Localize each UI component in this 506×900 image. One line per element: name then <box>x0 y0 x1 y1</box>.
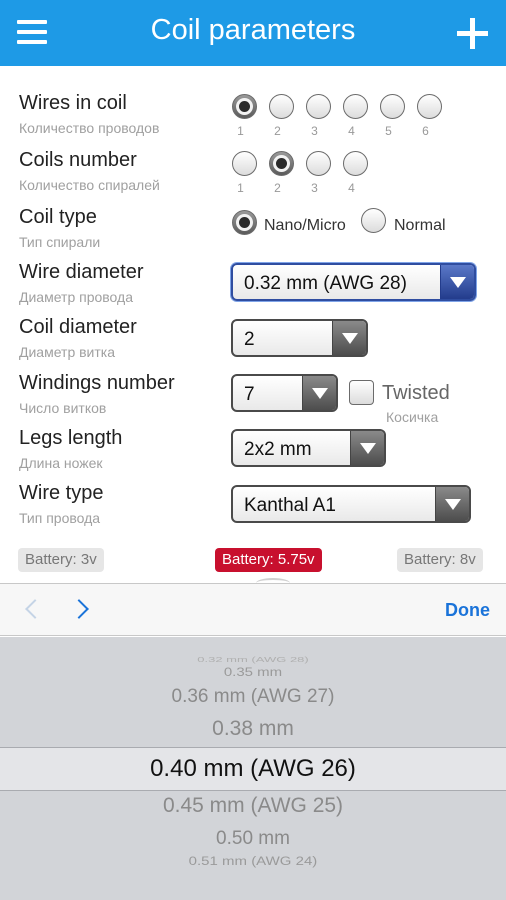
coil-type-radio-nano[interactable] <box>232 210 257 235</box>
chevron-down-icon <box>435 487 469 521</box>
navbar: Coil parameters <box>0 0 506 66</box>
windings-number-select[interactable]: 7 <box>231 374 338 412</box>
chevron-left-icon[interactable] <box>25 599 45 619</box>
coils-option-label: 1 <box>237 181 244 195</box>
coil-type-option-normal[interactable]: Normal <box>394 217 446 235</box>
wire-type-select[interactable]: Kanthal A1 <box>231 485 471 523</box>
wires-option-label: 1 <box>237 124 244 138</box>
wire-type-label: Wire type <box>19 482 104 504</box>
picker-item[interactable]: 0.35 mm <box>0 666 506 680</box>
picker-item[interactable]: 0.38 mm <box>0 717 506 741</box>
wires-option-label: 6 <box>422 124 429 138</box>
legs-length-label: Legs length <box>19 427 123 449</box>
wires-option-label: 3 <box>311 124 318 138</box>
picker-item[interactable]: 0.32 mm (AWG 28) <box>0 656 506 664</box>
picker-item[interactable]: 0.51 mm (AWG 24) <box>0 855 506 869</box>
plus-icon[interactable] <box>457 18 488 49</box>
coil-type-label: Coil type <box>19 206 97 228</box>
wire-diameter-value: 0.32 mm (AWG 28) <box>244 273 407 294</box>
wire-diameter-sublabel: Диаметр провода <box>19 289 133 305</box>
wires-option-label: 4 <box>348 124 355 138</box>
coils-number-sublabel: Количество спиралей <box>19 177 160 193</box>
coils-radio-3[interactable] <box>306 151 331 176</box>
coils-radio-2[interactable] <box>269 151 294 176</box>
picker-item[interactable]: 0.45 mm (AWG 25) <box>0 794 506 818</box>
wire-diameter-label: Wire diameter <box>19 261 144 283</box>
chevron-down-icon <box>440 265 474 299</box>
coil-diameter-select[interactable]: 2 <box>231 319 368 357</box>
coils-radio-4[interactable] <box>343 151 368 176</box>
wires-radio-4[interactable] <box>343 94 368 119</box>
wires-radio-6[interactable] <box>417 94 442 119</box>
coil-diameter-sublabel: Диаметр витка <box>19 344 116 360</box>
wire-type-value: Kanthal A1 <box>244 495 336 516</box>
coils-option-label: 3 <box>311 181 318 195</box>
battery-current-badge: Battery: 5.75v <box>215 548 322 572</box>
wire-type-sublabel: Тип провода <box>19 510 101 526</box>
wire-diameter-select[interactable]: 0.32 mm (AWG 28) <box>231 263 476 301</box>
coils-number-label: Coils number <box>19 149 137 171</box>
coils-radio-1[interactable] <box>232 151 257 176</box>
picker-item[interactable]: 0.36 mm (AWG 27) <box>0 686 506 708</box>
windings-number-value: 7 <box>244 384 255 405</box>
legs-length-value: 2x2 mm <box>244 439 312 460</box>
wires-radio-2[interactable] <box>269 94 294 119</box>
chevron-down-icon <box>302 376 336 410</box>
legs-length-select[interactable]: 2x2 mm <box>231 429 386 467</box>
wires-radio-1[interactable] <box>232 94 257 119</box>
chevron-right-icon[interactable] <box>69 599 89 619</box>
legs-length-sublabel: Длина ножек <box>19 455 103 471</box>
coil-type-sublabel: Тип спирали <box>19 234 101 250</box>
coil-diameter-label: Coil diameter <box>19 316 137 338</box>
coil-diameter-value: 2 <box>244 329 255 350</box>
chevron-down-icon <box>332 321 366 355</box>
picker-item-selected[interactable]: 0.40 mm (AWG 26) <box>0 755 506 783</box>
done-button[interactable]: Done <box>445 600 490 621</box>
windings-number-label: Windings number <box>19 372 175 394</box>
coils-option-label: 4 <box>348 181 355 195</box>
picker-toolbar: Done <box>0 583 506 636</box>
wire-diameter-picker[interactable]: 0.32 mm (AWG 28) 0.35 mm 0.36 mm (AWG 27… <box>0 637 506 900</box>
twisted-label[interactable]: Twisted <box>382 382 450 405</box>
wires-in-coil-label: Wires in coil <box>19 92 127 114</box>
wires-option-label: 5 <box>385 124 392 138</box>
wires-radio-3[interactable] <box>306 94 331 119</box>
twisted-sublabel: Косичка <box>386 409 439 425</box>
coils-option-label: 2 <box>274 181 281 195</box>
windings-number-sublabel: Число витков <box>19 400 107 416</box>
coil-type-radio-normal[interactable] <box>361 208 386 233</box>
wires-in-coil-sublabel: Количество проводов <box>19 120 160 136</box>
wires-radio-5[interactable] <box>380 94 405 119</box>
chevron-down-icon <box>350 431 384 465</box>
battery-max-badge: Battery: 8v <box>397 548 483 572</box>
picker-item[interactable]: 0.50 mm <box>0 828 506 850</box>
twisted-checkbox[interactable] <box>349 380 374 405</box>
wires-option-label: 2 <box>274 124 281 138</box>
battery-min-badge: Battery: 3v <box>18 548 104 572</box>
coil-type-option-nano[interactable]: Nano/Micro <box>264 217 346 235</box>
page-title: Coil parameters <box>150 14 356 46</box>
